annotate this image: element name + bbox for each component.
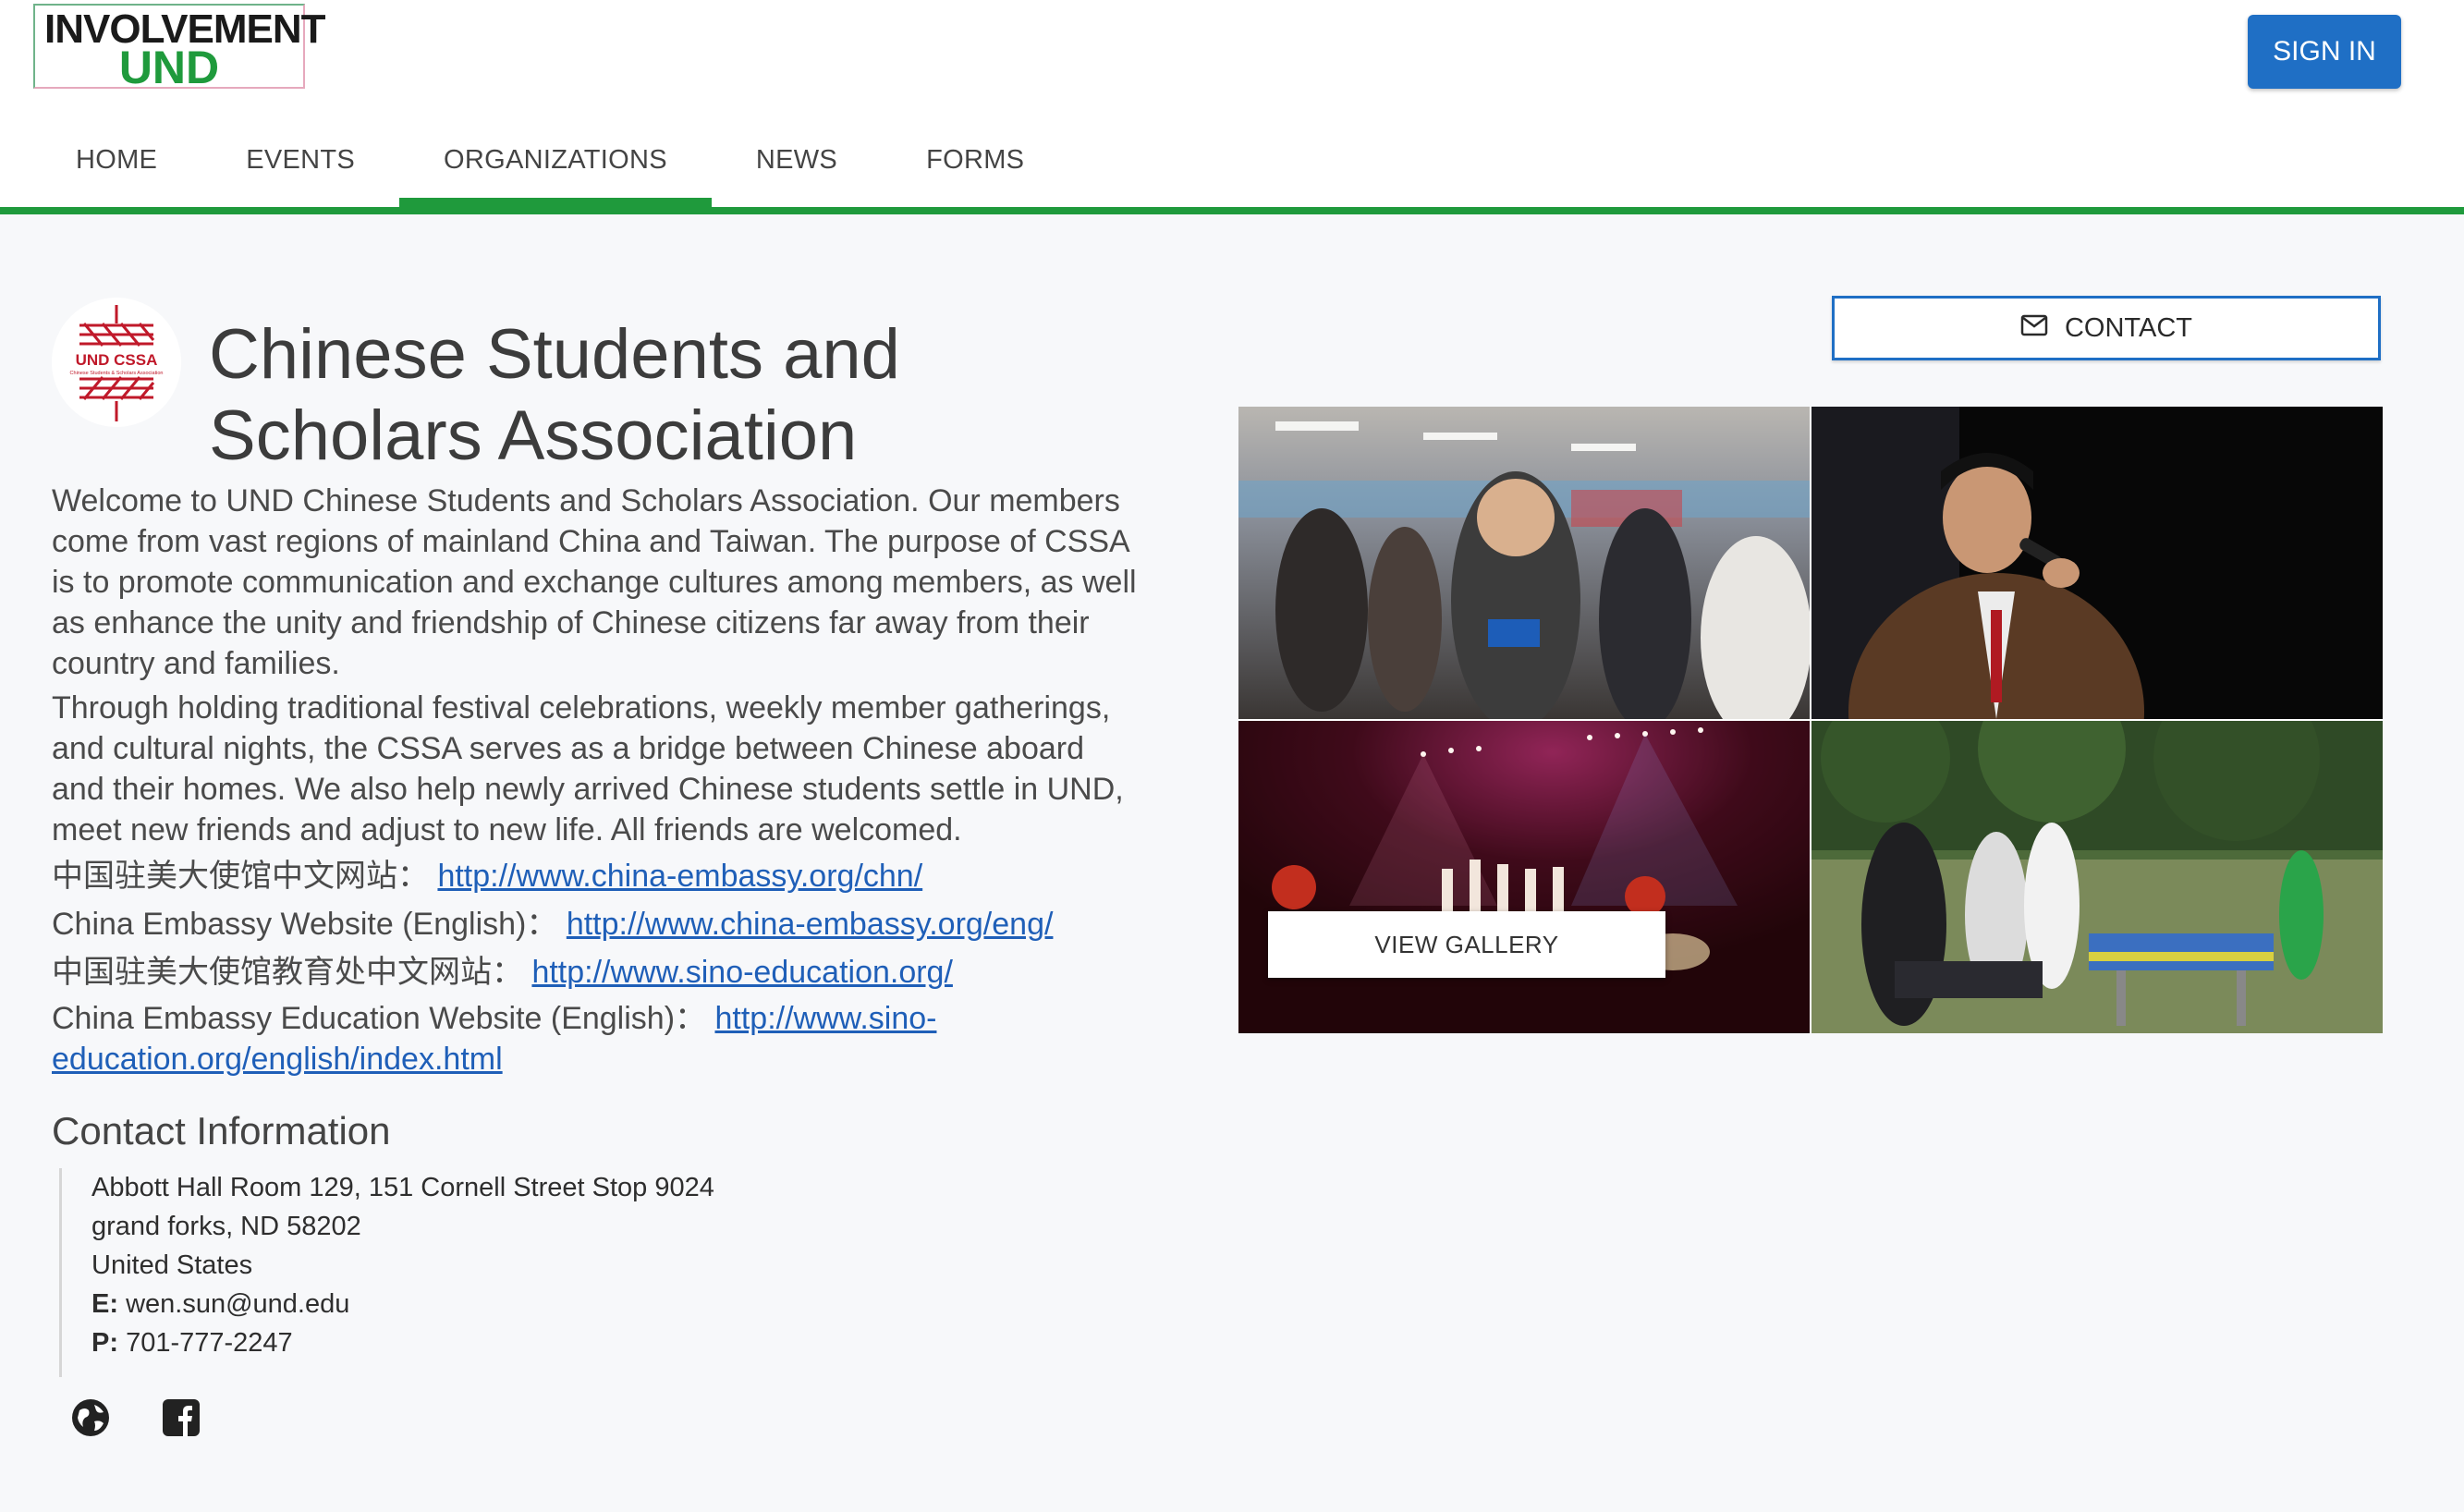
logo-line-2: UND <box>118 42 220 93</box>
email-label: E: <box>91 1289 118 1319</box>
phone-value: 701-777-2247 <box>126 1328 293 1358</box>
link-label-2: China Embassy Website (English)： <box>52 907 558 942</box>
link-label-3: 中国驻美大使馆教育处中文网站： <box>52 955 523 990</box>
embassy-chinese-link[interactable]: http://www.china-embassy.org/chn/ <box>437 859 922 894</box>
nav-divider <box>0 207 2464 214</box>
phone-label: P: <box>91 1328 118 1358</box>
tab-organizations[interactable]: ORGANIZATIONS <box>399 129 712 209</box>
involvement-und-logo[interactable]: INVOLVEMENT UND <box>33 4 326 93</box>
organization-logo: UND CSSA Chinese Students & Scholars Ass… <box>52 298 181 427</box>
email-value[interactable]: wen.sun@und.edu <box>126 1289 349 1319</box>
tab-events[interactable]: EVENTS <box>201 129 399 209</box>
logo-text-1: UND CSSA <box>76 351 158 369</box>
link-line-4: China Embassy Education Website (English… <box>52 998 1142 1079</box>
social-links <box>70 1397 201 1443</box>
contact-button-label: CONTACT <box>2064 312 2192 343</box>
email-row: E: wen.sun@und.edu <box>91 1285 714 1323</box>
phone-row: P: 701-777-2247 <box>91 1323 714 1362</box>
organization-description: Welcome to UND Chinese Students and Scho… <box>52 481 1142 1079</box>
address-country: United States <box>91 1250 253 1280</box>
cssa-logo-graphic: UND CSSA Chinese Students & Scholars Ass… <box>52 298 181 427</box>
tab-forms[interactable]: FORMS <box>882 129 1068 209</box>
tab-home[interactable]: HOME <box>31 129 201 209</box>
gallery-photo-1[interactable] <box>1238 407 1810 719</box>
embassy-english-link[interactable]: http://www.china-embassy.org/eng/ <box>567 907 1054 942</box>
contact-button[interactable]: CONTACT <box>1832 296 2381 360</box>
gallery-photo-3[interactable] <box>1238 721 1810 1033</box>
gallery-photo-2[interactable] <box>1811 407 2383 719</box>
logo-text-2: Chinese Students & Scholars Association <box>70 371 164 376</box>
link-label-4: China Embassy Education Website (English… <box>52 1001 707 1036</box>
view-gallery-button[interactable]: VIEW GALLERY <box>1268 911 1665 978</box>
contact-information-heading: Contact Information <box>52 1109 391 1152</box>
facebook-icon[interactable] <box>161 1397 201 1443</box>
organization-name: Chinese Students and Scholars Associatio… <box>209 315 900 475</box>
gallery-photo-4[interactable] <box>1811 721 2383 1033</box>
address-line-1: Abbott Hall Room 129, 151 Cornell Street… <box>91 1173 714 1202</box>
contact-address-block: Abbott Hall Room 129, 151 Cornell Street… <box>59 1168 714 1377</box>
top-header: INVOLVEMENT UND SIGN IN HOME EVENTS ORGA… <box>0 0 2464 211</box>
tab-news[interactable]: NEWS <box>712 129 882 209</box>
description-paragraph-1: Welcome to UND Chinese Students and Scho… <box>52 483 1137 681</box>
link-line-2: China Embassy Website (English)： http://… <box>52 902 1142 946</box>
link-line-1: 中国驻美大使馆中文网站： http://www.china-embassy.or… <box>52 854 1142 898</box>
address-line-2: grand forks, ND 58202 <box>91 1212 361 1241</box>
link-line-3: 中国驻美大使馆教育处中文网站： http://www.sino-educatio… <box>52 950 1142 994</box>
education-chinese-link[interactable]: http://www.sino-education.org/ <box>531 955 952 990</box>
link-label-1: 中国驻美大使馆中文网站： <box>52 859 429 894</box>
envelope-icon <box>2020 313 2048 344</box>
description-paragraph-2: Through holding traditional festival cel… <box>52 690 1124 847</box>
main-nav: HOME EVENTS ORGANIZATIONS NEWS FORMS <box>31 129 1068 209</box>
globe-icon[interactable] <box>70 1397 111 1443</box>
sign-in-button[interactable]: SIGN IN <box>2248 15 2401 89</box>
